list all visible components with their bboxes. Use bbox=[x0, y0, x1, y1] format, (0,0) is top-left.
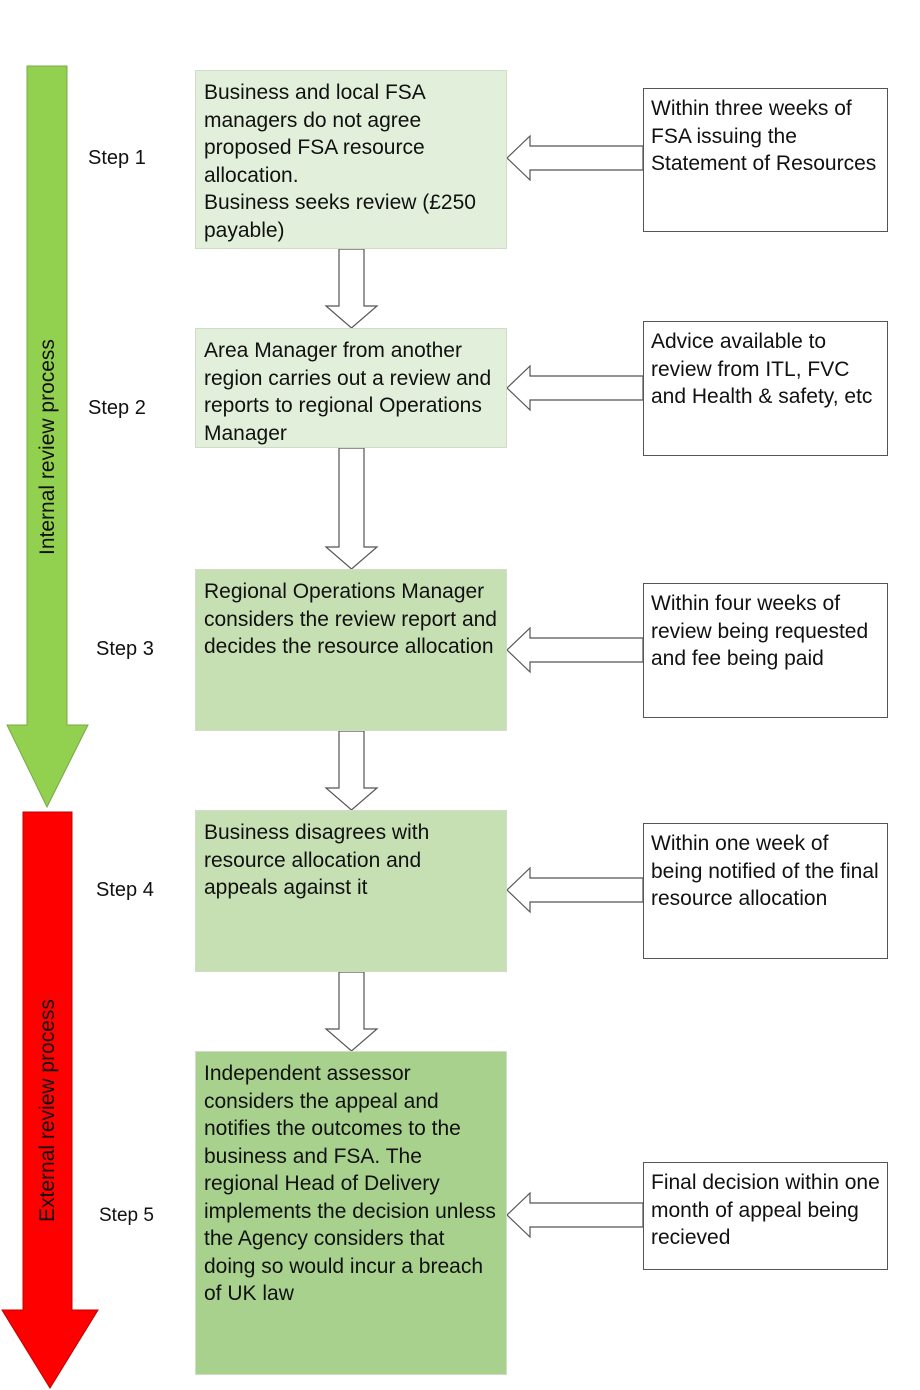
step-1-note: Within three weeks of FSA issuing the St… bbox=[643, 88, 888, 232]
flow-arrow-down bbox=[324, 248, 379, 329]
step-2-box: Area Manager from another region carries… bbox=[195, 328, 507, 448]
step-5-note: Final decision within one month of appea… bbox=[643, 1162, 888, 1270]
flow-arrow-down bbox=[324, 730, 379, 811]
review-process-diagram: Internal review process External review … bbox=[0, 0, 920, 1390]
step-4-box: Business disagrees with resource allocat… bbox=[195, 810, 507, 972]
flow-arrow-down bbox=[324, 971, 379, 1052]
note-arrow-left bbox=[506, 134, 644, 182]
step-5-box: Independent assessor considers the appea… bbox=[195, 1051, 507, 1375]
step-1-label: Step 1 bbox=[88, 147, 146, 169]
internal-phase-label: Internal review process bbox=[36, 339, 59, 555]
flow-arrow-down bbox=[324, 447, 379, 570]
note-arrow-left bbox=[506, 1191, 644, 1239]
step-2-label: Step 2 bbox=[88, 397, 146, 419]
step-5-label: Step 5 bbox=[99, 1205, 154, 1226]
step-3-label: Step 3 bbox=[96, 638, 154, 660]
step-4-label: Step 4 bbox=[96, 879, 154, 901]
step-2-note: Advice available to review from ITL, FVC… bbox=[643, 321, 888, 456]
step-3-box: Regional Operations Manager considers th… bbox=[195, 569, 507, 731]
note-arrow-left bbox=[506, 626, 644, 674]
step-3-note: Within four weeks of review being reques… bbox=[643, 583, 888, 718]
step-4-note: Within one week of being notified of the… bbox=[643, 823, 888, 959]
external-phase-label: External review process bbox=[36, 999, 59, 1222]
note-arrow-left bbox=[506, 364, 644, 412]
step-1-box: Business and local FSA managers do not a… bbox=[195, 70, 507, 249]
note-arrow-left bbox=[506, 866, 644, 914]
